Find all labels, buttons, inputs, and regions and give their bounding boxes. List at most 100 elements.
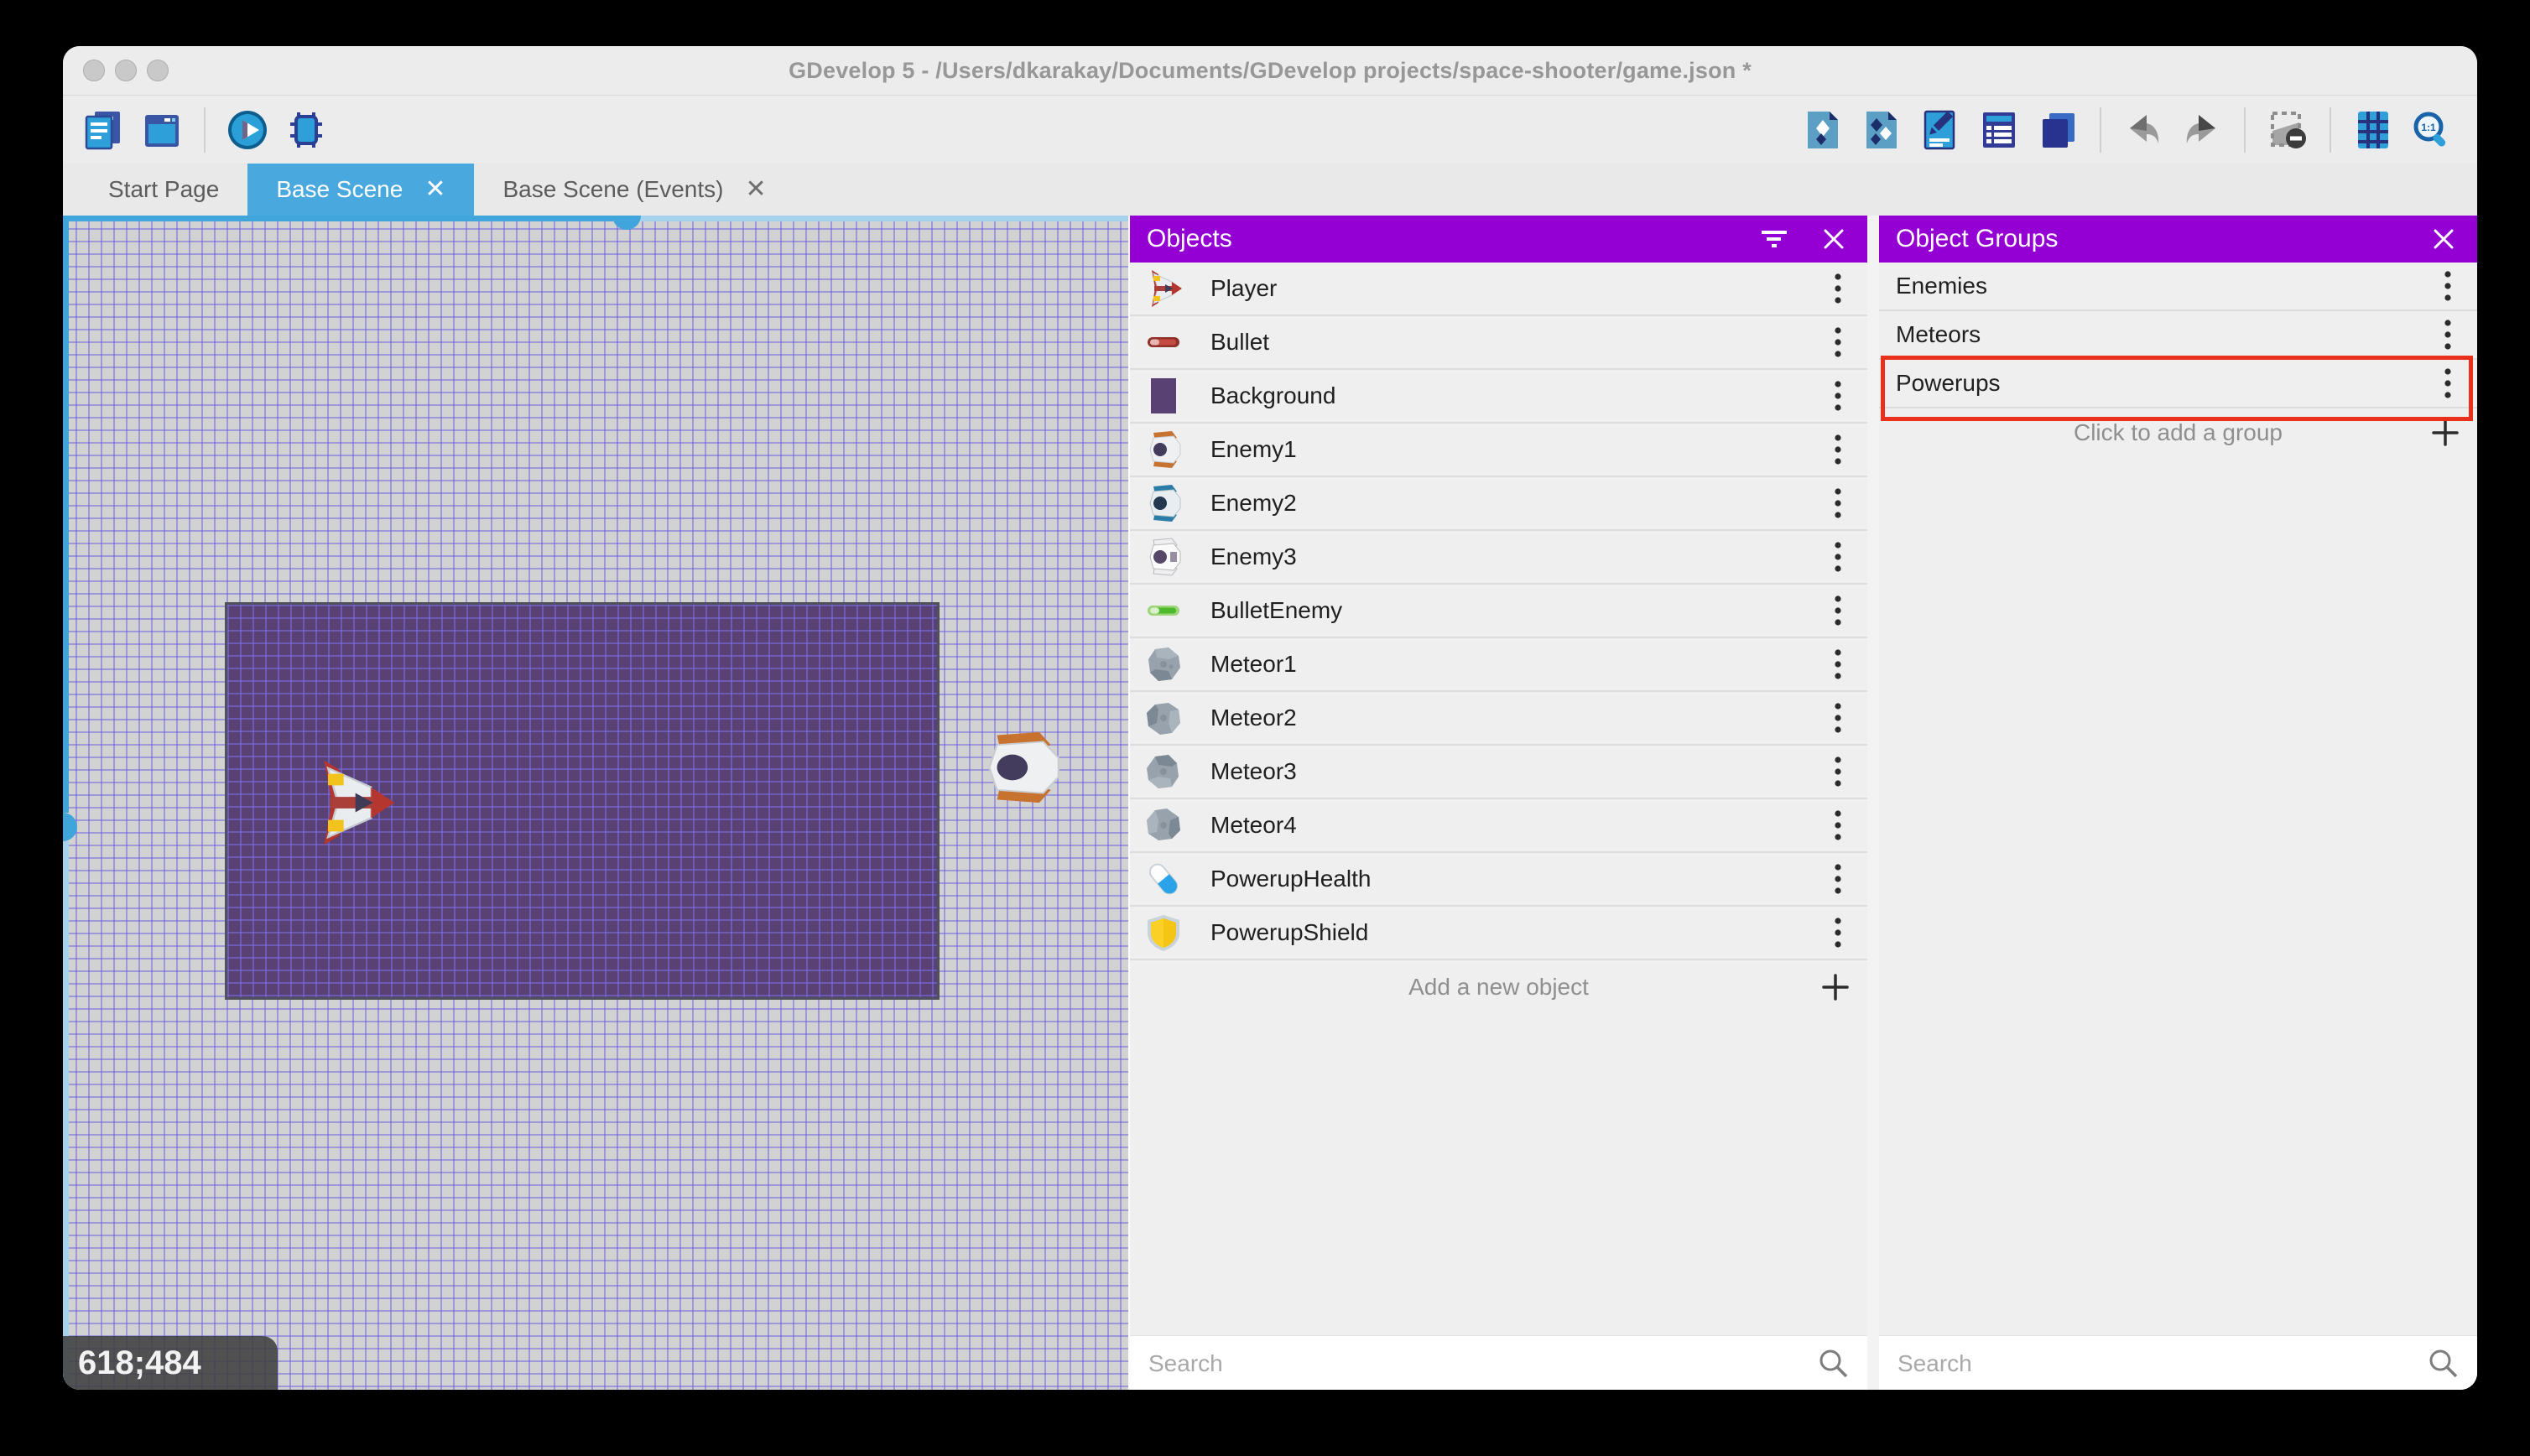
object-menu-kebab-icon[interactable] (1827, 270, 1849, 307)
object-menu-kebab-icon[interactable] (1827, 914, 1849, 951)
instances-list-icon[interactable] (1976, 107, 2022, 153)
meteor4-thumbnail (1143, 805, 1184, 845)
groups-search-bar (1879, 1335, 2477, 1390)
add-group-label: Click to add a group (2073, 419, 2283, 445)
object-menu-kebab-icon[interactable] (1827, 861, 1849, 897)
debug-icon[interactable] (283, 107, 330, 153)
close-panel-icon[interactable] (1819, 224, 1849, 254)
group-list-item-meteors[interactable]: Meteors (1879, 311, 2477, 360)
object-list-item-enemy3[interactable]: Enemy3 (1130, 531, 1867, 585)
tab-base-scene[interactable]: Base Scene ✕ (247, 164, 475, 216)
object-list-item-meteor2[interactable]: Meteor2 (1130, 692, 1867, 746)
object-list-item-meteor1[interactable]: Meteor1 (1130, 638, 1867, 692)
object-menu-kebab-icon[interactable] (1827, 485, 1849, 522)
add-group-plus-icon[interactable] (2428, 416, 2462, 450)
object-label: Meteor4 (1210, 812, 1297, 838)
add-group-row[interactable]: Click to add a group (1879, 408, 2477, 457)
powerup-shield-thumbnail (1143, 913, 1184, 953)
object-list-item-enemy1[interactable]: Enemy1 (1130, 424, 1867, 477)
object-label: BulletEnemy (1210, 597, 1343, 623)
vertical-scrollbar[interactable] (63, 216, 69, 813)
group-list-item-powerups[interactable]: Powerups (1879, 360, 2477, 408)
object-list-item-meteor3[interactable]: Meteor3 (1130, 746, 1867, 799)
titlebar: GDevelop 5 - /Users/dkarakay/Documents/G… (63, 46, 2477, 96)
object-label: Meteor1 (1210, 651, 1297, 677)
object-menu-kebab-icon[interactable] (1827, 699, 1849, 736)
object-menu-kebab-icon[interactable] (1827, 753, 1849, 790)
redo-icon[interactable] (2179, 107, 2225, 153)
horizontal-scrollbar[interactable] (63, 216, 613, 221)
object-list-item-enemy2[interactable]: Enemy2 (1130, 477, 1867, 531)
player-thumbnail (1143, 268, 1184, 309)
toolbar-separator (2330, 107, 2331, 153)
enemy1-thumbnail (1143, 429, 1184, 470)
object-label: Enemy1 (1210, 436, 1297, 462)
mask-toggle-icon[interactable] (2264, 107, 2311, 153)
layers-icon[interactable] (2034, 107, 2081, 153)
tab-close-icon[interactable]: ✕ (745, 177, 766, 202)
search-icon[interactable] (1817, 1347, 1851, 1381)
tab-base-scene-events[interactable]: Base Scene (Events) ✕ (474, 164, 795, 216)
close-panel-icon[interactable] (2428, 224, 2459, 254)
tab-bar: Start Page Base Scene ✕ Base Scene (Even… (63, 164, 2477, 216)
group-list-item-enemies[interactable]: Enemies (1879, 263, 2477, 311)
object-menu-kebab-icon[interactable] (1827, 538, 1849, 575)
objects-editor-icon[interactable] (1799, 107, 1846, 153)
object-label: Meteor3 (1210, 758, 1297, 784)
object-list-item-poweruphealth[interactable]: PowerupHealth (1130, 853, 1867, 907)
window-title: GDevelop 5 - /Users/dkarakay/Documents/G… (789, 58, 1752, 83)
object-list-item-bullet[interactable]: Bullet (1130, 316, 1867, 370)
object-groups-icon[interactable] (1858, 107, 1905, 153)
object-menu-kebab-icon[interactable] (1827, 807, 1849, 844)
play-icon[interactable] (224, 107, 271, 153)
main-toolbar: 1:1 (63, 96, 2477, 164)
tab-start-page[interactable]: Start Page (80, 164, 248, 216)
object-menu-kebab-icon[interactable] (1827, 592, 1849, 629)
group-menu-kebab-icon[interactable] (2437, 365, 2459, 402)
object-menu-kebab-icon[interactable] (1827, 324, 1849, 361)
enemy1-instance[interactable] (974, 729, 1066, 806)
objects-panel-title: Objects (1147, 225, 1232, 252)
object-label: Background (1210, 382, 1336, 408)
add-object-plus-icon[interactable] (1819, 970, 1852, 1004)
group-menu-kebab-icon[interactable] (2437, 268, 2459, 304)
horizontal-scrollbar[interactable] (613, 216, 1128, 221)
scene-editor-canvas[interactable]: 618;484 (63, 216, 1128, 1390)
app-window: GDevelop 5 - /Users/dkarakay/Documents/G… (63, 46, 2477, 1390)
object-list-item-powerupshield[interactable]: PowerupShield (1130, 907, 1867, 960)
horizontal-scrollbar-thumb[interactable] (612, 216, 641, 230)
group-label: Enemies (1896, 273, 1987, 299)
objects-list: Player Bullet Background Enemy1 Enemy2 Enemy3… (1130, 263, 1867, 1014)
filter-icon[interactable] (1760, 224, 1790, 254)
grid-icon[interactable] (2350, 107, 2397, 153)
player-instance[interactable] (305, 757, 398, 849)
tab-label: Start Page (108, 176, 220, 202)
group-menu-kebab-icon[interactable] (2437, 316, 2459, 353)
toolbar-right-icons: 1:1 (1799, 107, 2455, 153)
objects-search-input[interactable] (1147, 1349, 1817, 1378)
zoom-1-1-icon[interactable]: 1:1 (2408, 107, 2455, 153)
tab-close-icon[interactable]: ✕ (424, 177, 445, 202)
object-menu-kebab-icon[interactable] (1827, 646, 1849, 683)
properties-icon[interactable] (1917, 107, 1964, 153)
object-list-item-bulletenemy[interactable]: BulletEnemy (1130, 585, 1867, 638)
undo-icon[interactable] (2120, 107, 2167, 153)
object-list-item-background[interactable]: Background (1130, 370, 1867, 424)
vertical-scrollbar[interactable] (63, 841, 69, 1390)
object-menu-kebab-icon[interactable] (1827, 377, 1849, 414)
object-groups-panel-title: Object Groups (1896, 225, 2059, 252)
meteor2-thumbnail (1143, 698, 1184, 738)
object-menu-kebab-icon[interactable] (1827, 431, 1849, 468)
object-groups-list: Enemies Meteors Powerups Click to add a gro… (1879, 263, 2477, 457)
groups-search-input[interactable] (1896, 1349, 2427, 1378)
add-new-object-label: Add a new object (1408, 974, 1589, 1000)
vertical-scrollbar-thumb[interactable] (63, 813, 77, 841)
group-label: Meteors (1896, 321, 1981, 347)
object-list-item-player[interactable]: Player (1130, 263, 1867, 316)
object-list-item-meteor4[interactable]: Meteor4 (1130, 799, 1867, 853)
project-manager-icon[interactable] (80, 107, 127, 153)
add-new-object-row[interactable]: Add a new object (1130, 960, 1867, 1014)
scene-window-icon[interactable] (138, 107, 185, 153)
search-icon[interactable] (2427, 1347, 2460, 1381)
object-label: PowerupHealth (1210, 866, 1372, 892)
